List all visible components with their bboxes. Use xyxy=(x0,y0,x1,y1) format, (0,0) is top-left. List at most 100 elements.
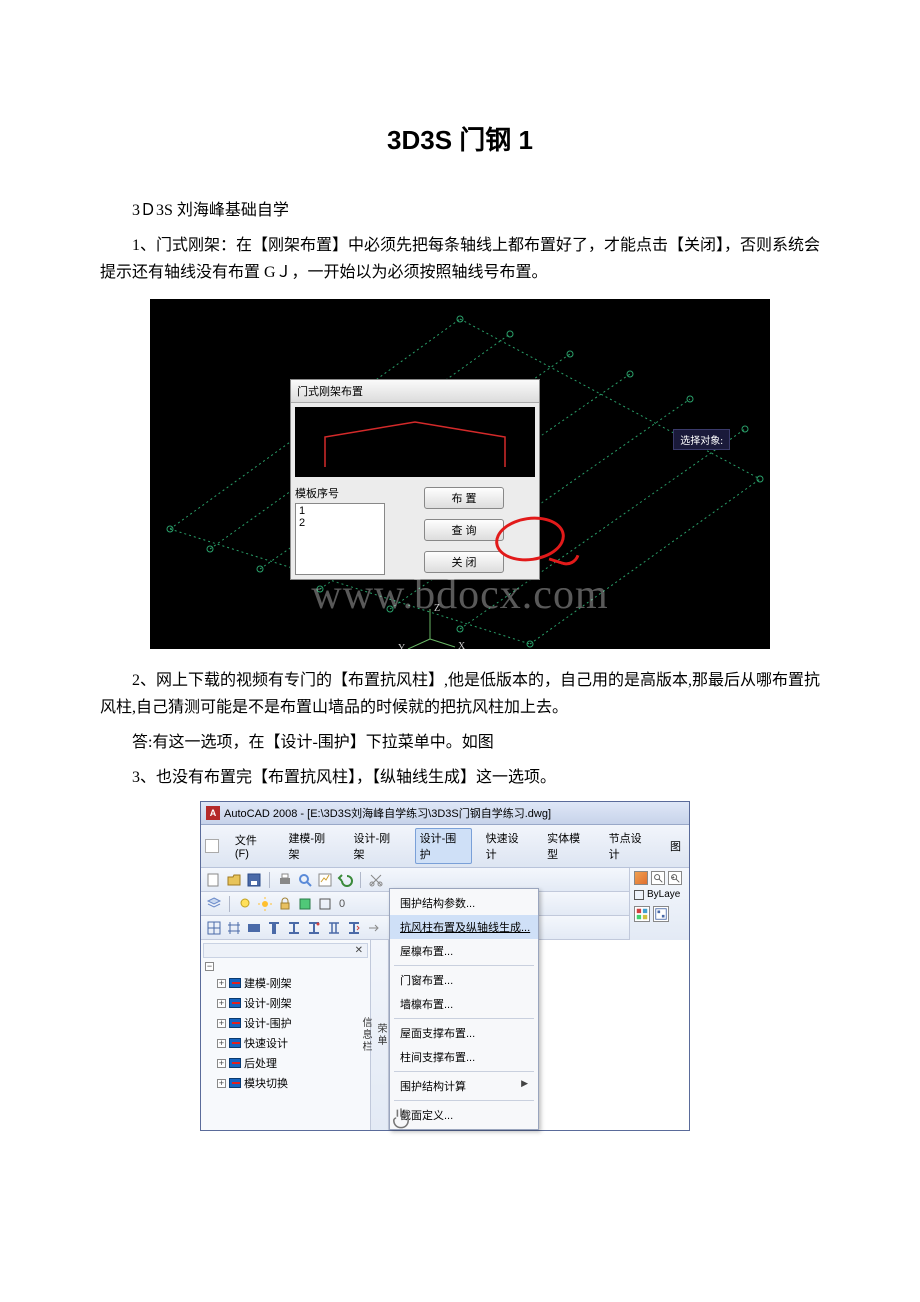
expand-icon[interactable]: + xyxy=(217,1019,226,1028)
submenu-arrow-icon: ▶ xyxy=(521,1078,528,1089)
vstrip-label-top[interactable]: 荣单 xyxy=(373,946,388,1124)
new-icon[interactable] xyxy=(206,872,222,888)
expand-icon[interactable]: + xyxy=(217,999,226,1008)
tree-label: 模块切换 xyxy=(244,1075,288,1091)
svg-text:+: + xyxy=(672,875,675,881)
axis-y-label: Y xyxy=(398,643,405,649)
para-intro: 3Ｄ3S 刘海峰基础自学 xyxy=(100,197,820,224)
expand-icon[interactable]: + xyxy=(217,979,226,988)
lock-icon[interactable] xyxy=(277,896,293,912)
menu-item-label: 围护结构计算 xyxy=(400,1081,466,1093)
module-icon xyxy=(229,1058,241,1068)
menu-node-design[interactable]: 节点设计 xyxy=(605,829,656,863)
arrow-tool-icon[interactable] xyxy=(366,920,382,936)
para-3: 3、也没有布置完【布置抗风柱】，【纵轴线生成】这一选项。 xyxy=(100,764,820,791)
tree-root[interactable]: − xyxy=(203,960,368,973)
grid-tool-icon[interactable] xyxy=(206,920,222,936)
tree-node-model-frame[interactable]: + 建模-刚架 xyxy=(203,973,368,993)
ibeam-tool-icon[interactable] xyxy=(286,920,302,936)
module-icon xyxy=(229,1018,241,1028)
doc-title: 3D3S 门钢 1 xyxy=(100,120,820,157)
column-tool-icon[interactable] xyxy=(266,920,282,936)
tree-node-design-frame[interactable]: + 设计-刚架 xyxy=(203,993,368,1013)
template-list-label: 模板序号 xyxy=(295,485,385,501)
list-item[interactable]: 1 xyxy=(299,505,381,517)
tree-node-quick-design[interactable]: + 快速设计 xyxy=(203,1033,368,1053)
menu-solid-model[interactable]: 实体模型 xyxy=(543,829,594,863)
module-icon xyxy=(229,978,241,988)
menu-item-door-window[interactable]: 门窗布置... xyxy=(390,968,538,992)
preview-icon[interactable] xyxy=(297,872,313,888)
list-item[interactable]: 2 xyxy=(299,517,381,529)
module-icon xyxy=(229,998,241,1008)
palette1-icon[interactable] xyxy=(634,906,650,922)
menu-item-enclosure-params[interactable]: 围护结构参数... xyxy=(390,891,538,915)
menu-quick-design[interactable]: 快速设计 xyxy=(482,829,533,863)
vstrip-label-bottom[interactable]: 信息栏 xyxy=(358,946,373,1124)
layer-icon[interactable] xyxy=(206,896,222,912)
expand-icon[interactable]: + xyxy=(217,1039,226,1048)
design-enclosure-dropdown: 围护结构参数... 抗风柱布置及纵轴线生成... 屋檩布置... 门窗布置...… xyxy=(389,888,539,1130)
plot-icon[interactable] xyxy=(317,872,333,888)
right-toolbar: + ByLaye xyxy=(629,868,689,940)
menu-item-wall-purlin[interactable]: 墙檩布置... xyxy=(390,992,538,1016)
save-icon[interactable] xyxy=(246,872,262,888)
close-button[interactable]: 关 闭 xyxy=(424,551,504,573)
place-button[interactable]: 布 置 xyxy=(424,487,504,509)
bulb-icon[interactable] xyxy=(237,896,253,912)
tree-node-module-switch[interactable]: + 模块切换 xyxy=(203,1073,368,1093)
document-icon xyxy=(205,839,219,853)
tree-label: 建模-刚架 xyxy=(244,975,292,991)
menu-item-enclosure-calc[interactable]: 围护结构计算 ▶ xyxy=(390,1074,538,1098)
open-icon[interactable] xyxy=(226,872,242,888)
frame-layout-dialog: 门式刚架布置 模板序号 1 2 布 置 查 询 关 闭 xyxy=(290,379,540,580)
menu-item-column-brace[interactable]: 柱间支撑布置... xyxy=(390,1045,538,1069)
drawing-canvas[interactable]: 围护结构参数... 抗风柱布置及纵轴线生成... 屋檩布置... 门窗布置...… xyxy=(389,940,689,1130)
collapse-icon[interactable]: − xyxy=(205,962,214,971)
screenshot-autocad-menu: A AutoCAD 2008 - [E:\3D3S刘海峰自学练习\3D3S门钢自… xyxy=(200,801,690,1131)
para-answer: 答:有这一选项，在【设计-围护】下拉菜单中。如图 xyxy=(100,729,820,756)
zoom-window-icon[interactable] xyxy=(651,871,665,885)
palette2-icon[interactable] xyxy=(653,906,669,922)
autocad-logo-icon: A xyxy=(206,806,220,820)
window-title-text: AutoCAD 2008 - [E:\3D3S刘海峰自学练习\3D3S门钢自学练… xyxy=(224,805,551,821)
tree-panel-header: ✕ xyxy=(203,943,368,958)
menu-model-frame[interactable]: 建模-刚架 xyxy=(284,829,339,863)
dialog-titlebar[interactable]: 门式刚架布置 xyxy=(291,380,539,403)
tree-label: 设计-围护 xyxy=(244,1015,292,1031)
menu-drawing[interactable]: 图 xyxy=(666,837,685,855)
cut-icon[interactable] xyxy=(368,872,384,888)
ibeam3-tool-icon[interactable] xyxy=(326,920,342,936)
square-icon[interactable] xyxy=(317,896,333,912)
axis-x-label: X xyxy=(458,641,466,649)
menu-item-roof-brace[interactable]: 屋面支撑布置... xyxy=(390,1021,538,1045)
menu-file[interactable]: 文件(F) xyxy=(231,831,275,861)
menu-item-roof-purlin[interactable]: 屋檩布置... xyxy=(390,939,538,963)
undo-icon[interactable] xyxy=(337,872,353,888)
print-icon[interactable] xyxy=(277,872,293,888)
menu-design-frame[interactable]: 设计-刚架 xyxy=(350,829,405,863)
tree-node-postprocess[interactable]: + 后处理 xyxy=(203,1053,368,1073)
zoom-realtime-icon[interactable]: + xyxy=(668,871,682,885)
menu-bar: 文件(F) 建模-刚架 设计-刚架 设计-围护 快速设计 实体模型 节点设计 图 xyxy=(201,825,689,868)
tree-label: 快速设计 xyxy=(244,1035,288,1051)
menu-design-enclosure[interactable]: 设计-围护 xyxy=(415,828,472,864)
ibeam2-tool-icon[interactable] xyxy=(306,920,322,936)
select-object-tooltip: 选择对象: xyxy=(673,429,730,450)
ibeam4-tool-icon[interactable] xyxy=(346,920,362,936)
expand-icon[interactable]: + xyxy=(217,1059,226,1068)
dialog-preview-pane xyxy=(295,407,535,477)
query-button[interactable]: 查 询 xyxy=(424,519,504,541)
sun-icon[interactable] xyxy=(257,896,273,912)
hash-tool-icon[interactable] xyxy=(226,920,242,936)
window-titlebar[interactable]: A AutoCAD 2008 - [E:\3D3S刘海峰自学练习\3D3S门钢自… xyxy=(201,802,689,825)
color-icon[interactable] xyxy=(297,896,313,912)
expand-icon[interactable]: + xyxy=(217,1079,226,1088)
tree-node-design-enclosure[interactable]: + 设计-围护 xyxy=(203,1013,368,1033)
frame-tool-icon[interactable] xyxy=(246,920,262,936)
zoom-extents-icon[interactable] xyxy=(634,871,648,885)
template-listbox[interactable]: 1 2 xyxy=(295,503,385,575)
menu-item-wind-column-axis[interactable]: 抗风柱布置及纵轴线生成... xyxy=(390,915,538,939)
bylayer-selector[interactable]: ByLaye xyxy=(634,889,685,900)
navigation-tree-panel: ✕ − + 建模-刚架 + 设计-刚架 + 设计-围护 + xyxy=(201,940,371,1130)
